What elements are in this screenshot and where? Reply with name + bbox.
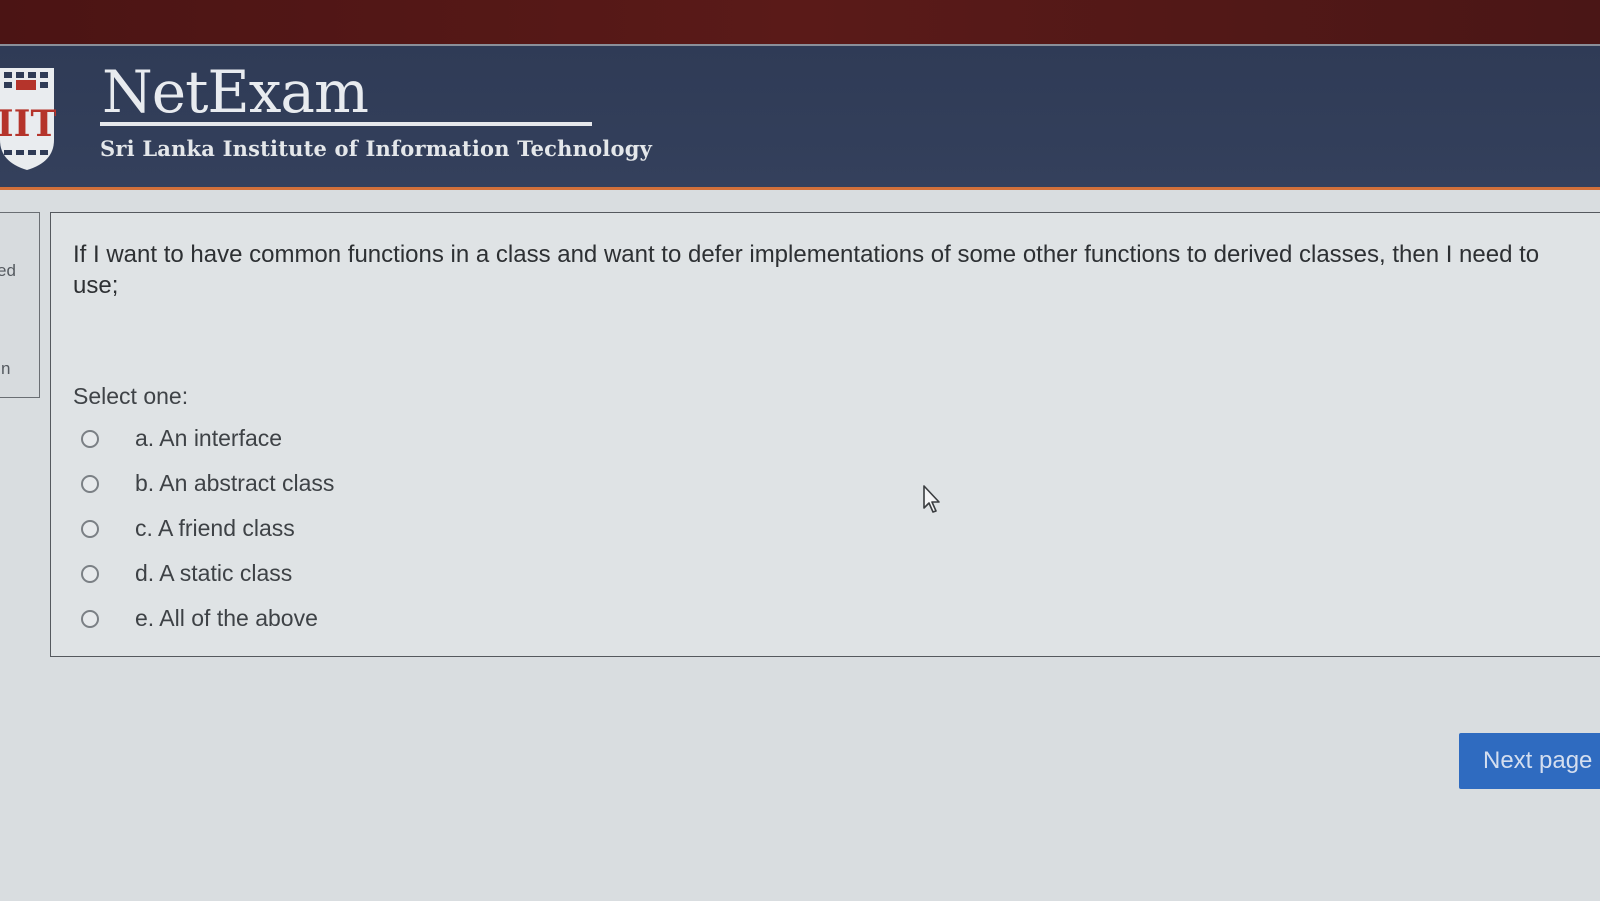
option-label[interactable]: c. A friend class	[135, 515, 295, 542]
radio-button[interactable]	[81, 429, 99, 448]
site-header: IIT NetExam Sri Lanka Institute of Infor…	[0, 44, 1600, 190]
select-one-prompt: Select one:	[73, 383, 189, 409]
option-e[interactable]: e. All of the above	[81, 596, 334, 641]
answer-options: a. An interface b. An abstract class c. …	[81, 416, 334, 641]
next-page-button[interactable]: Next page	[1459, 733, 1600, 789]
side-panel-text: ed	[0, 261, 16, 280]
radio-button[interactable]	[81, 564, 99, 583]
option-d[interactable]: d. A static class	[81, 551, 334, 596]
question-text: If I want to have common functions in a …	[73, 241, 1540, 299]
side-panel-text: n	[1, 359, 11, 378]
option-label[interactable]: b. An abstract class	[135, 470, 334, 497]
svg-text:IIT: IIT	[0, 103, 56, 145]
radio-button[interactable]	[81, 474, 99, 493]
question-card: If I want to have common functions in a …	[50, 212, 1600, 657]
window-top-strip	[0, 0, 1600, 44]
brand-title: NetExam	[102, 58, 369, 126]
radio-button[interactable]	[81, 609, 99, 628]
option-b[interactable]: b. An abstract class	[81, 461, 334, 506]
quiz-navigation-panel: ed n	[0, 212, 40, 398]
radio-button[interactable]	[81, 519, 99, 538]
option-c[interactable]: c. A friend class	[81, 506, 334, 551]
brand-subtitle: Sri Lanka Institute of Information Techn…	[100, 136, 652, 161]
option-label[interactable]: a. An interface	[135, 425, 282, 452]
brand-divider	[100, 122, 592, 126]
option-label[interactable]: d. A static class	[135, 560, 292, 587]
sliit-logo-icon: IIT	[0, 66, 57, 170]
option-a[interactable]: a. An interface	[81, 416, 334, 461]
mouse-pointer-icon	[922, 484, 944, 514]
option-label[interactable]: e. All of the above	[135, 605, 318, 632]
